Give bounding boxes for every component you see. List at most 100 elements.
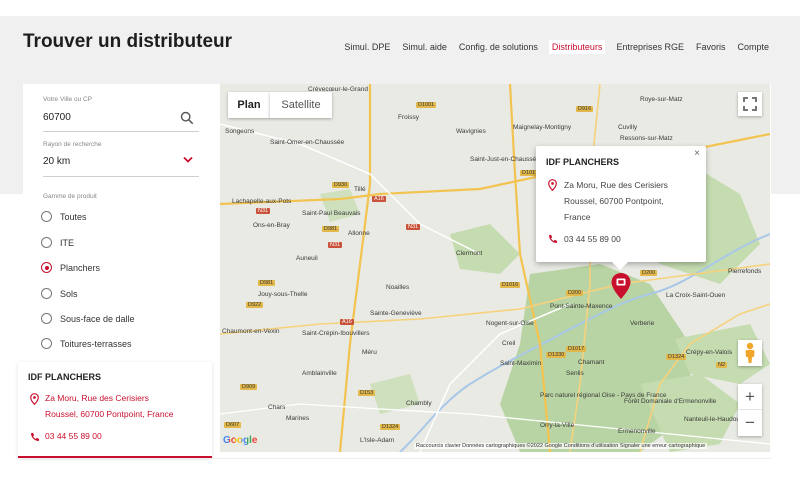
option-label: Sous-face de dalle <box>60 313 135 324</box>
place-label: Crépy-en-Valois <box>686 349 733 356</box>
option-planchers[interactable]: Planchers <box>41 262 100 273</box>
chevron-down-icon[interactable] <box>183 156 193 164</box>
search-icon[interactable] <box>180 111 194 125</box>
option-label: Sols <box>60 288 78 299</box>
option-ite[interactable]: ITE <box>41 237 74 248</box>
radio-planchers[interactable] <box>41 262 52 273</box>
phone-icon <box>31 432 40 441</box>
radio-sols[interactable] <box>41 288 52 299</box>
place-label: Roye-sur-Matz <box>640 96 683 103</box>
google-logo[interactable]: Google <box>223 435 257 446</box>
place-label: Tillé <box>354 186 366 193</box>
zoom-in-button[interactable]: + <box>738 384 762 410</box>
close-icon[interactable]: × <box>694 148 700 159</box>
place-label: Auneuil <box>296 255 318 262</box>
map[interactable]: Crèvecœur-le-Grand Froissy Roye-sur-Matz… <box>220 84 770 452</box>
road-label: D153 <box>358 390 376 396</box>
distributor-marker-icon[interactable] <box>610 272 632 300</box>
phone-icon <box>549 234 558 243</box>
info-address-line2: Roussel, 60700 Pontpoint, <box>564 196 664 206</box>
street-view-button[interactable] <box>738 340 762 366</box>
place-label: Wavignies <box>456 128 486 135</box>
google-logo-text: Google <box>223 435 258 446</box>
option-toutes[interactable]: Toutes <box>41 211 87 222</box>
map-tab-plan[interactable]: Plan <box>228 92 270 118</box>
map-pin-icon <box>30 393 39 405</box>
place-label: Nanteuil-le-Haudouin <box>684 416 746 423</box>
place-label: Allonne <box>348 230 370 237</box>
option-toitures[interactable]: Toitures-terrasses <box>41 338 132 349</box>
nav-compte[interactable]: Compte <box>736 40 770 54</box>
option-sols[interactable]: Sols <box>41 288 78 299</box>
road-label: N31 <box>256 208 271 214</box>
city-underline <box>43 131 199 132</box>
option-label: Planchers <box>60 262 101 273</box>
radio-toutes[interactable] <box>41 211 52 222</box>
distributor-address-line1[interactable]: Za Moru, Rue des Cerisiers <box>45 390 149 406</box>
nav-distributeurs[interactable]: Distributeurs <box>548 40 606 54</box>
distributor-phone[interactable]: 03 44 55 89 00 <box>45 428 102 444</box>
city-input[interactable]: 60700 <box>43 112 71 123</box>
divider <box>23 458 771 459</box>
place-label: Lachapelle-aux-Pots <box>232 198 292 205</box>
place-label: Chamant <box>578 359 605 366</box>
place-label: Forêt Domaniale d'Ermenonville <box>624 398 717 405</box>
option-label: ITE <box>60 237 75 248</box>
pegman-icon <box>745 342 755 363</box>
road-label: N31 <box>328 242 343 248</box>
place-label: Jouy-sous-Thelle <box>258 291 308 298</box>
place-label: Saint-Just-en-Chaussée <box>470 156 540 163</box>
place-label: La Croix-Saint-Ouen <box>666 292 726 299</box>
place-label: L'Isle-Adam <box>360 437 395 444</box>
nav-favoris[interactable]: Favoris <box>695 40 727 54</box>
place-label: Nogent-sur-Oise <box>486 320 534 327</box>
option-sous-face[interactable]: Sous-face de dalle <box>41 313 135 324</box>
place-label: Clermont <box>456 250 483 257</box>
radio-toitures[interactable] <box>41 338 52 349</box>
zoom-control: + − <box>738 384 762 436</box>
radio-sous-face[interactable] <box>41 313 52 324</box>
place-label: Saint-Paul Beauvais <box>302 210 361 217</box>
map-tab-satellite[interactable]: Satellite <box>270 92 332 118</box>
place-label: Chaumont-en-Vexin <box>222 328 280 335</box>
place-label: Pont-Sainte-Maxence <box>550 303 613 310</box>
place-label: Parc naturel régional Oise - Pays de Fra… <box>540 392 667 399</box>
road-label: D916 <box>576 106 594 112</box>
road-label: D200 <box>566 290 584 296</box>
place-label: Orry-la-Ville <box>540 422 575 429</box>
info-address-line1: Za Moru, Rue des Cerisiers <box>564 180 668 190</box>
zoom-out-button[interactable]: − <box>738 410 762 436</box>
radius-select[interactable]: 20 km <box>43 156 70 167</box>
road-label: D1324 <box>380 424 401 430</box>
road-label: D1017 <box>566 346 587 352</box>
radio-ite[interactable] <box>41 237 52 248</box>
road-label: D1001 <box>416 102 437 108</box>
place-label: Méru <box>362 349 377 356</box>
fullscreen-button[interactable] <box>738 92 762 116</box>
distributor-address-line2[interactable]: Roussel, 60700 Pontpoint, France <box>45 406 174 422</box>
option-label: Toutes <box>60 211 87 222</box>
place-label: Froissy <box>398 114 419 121</box>
place-label: Chambly <box>406 400 432 407</box>
road-label: D981 <box>258 280 276 286</box>
place-label: Saint-Omer-en-Chaussée <box>270 139 345 146</box>
road-label: D922 <box>246 302 264 308</box>
top-nav: Simul. DPE Simul. aide Config. de soluti… <box>343 40 770 54</box>
nav-simul-dpe[interactable]: Simul. DPE <box>343 40 391 54</box>
nav-entreprises-rge[interactable]: Entreprises RGE <box>615 40 685 54</box>
place-label: Amblainville <box>302 370 337 377</box>
road-label: D1324 <box>666 354 687 360</box>
info-name: IDF PLANCHERS <box>546 157 620 167</box>
road-label: D1016 <box>500 282 521 288</box>
place-label: Ermenonville <box>618 428 656 435</box>
option-label: Toitures-terrasses <box>60 338 132 349</box>
nav-config-solutions[interactable]: Config. de solutions <box>458 40 539 54</box>
map-attribution[interactable]: Raccourcis clavier Données cartographiqu… <box>414 443 708 449</box>
place-label: Chars <box>268 404 286 411</box>
distributor-name: IDF PLANCHERS <box>28 372 102 382</box>
distributor-card[interactable]: IDF PLANCHERS Za Moru, Rue des Cerisiers… <box>18 362 212 458</box>
road-label: A16 <box>372 196 386 202</box>
nav-simul-aide[interactable]: Simul. aide <box>401 40 448 54</box>
place-label: Saint-Crépin-Ibouvillers <box>302 330 370 337</box>
place-label: Ressons-sur-Matz <box>620 135 673 142</box>
